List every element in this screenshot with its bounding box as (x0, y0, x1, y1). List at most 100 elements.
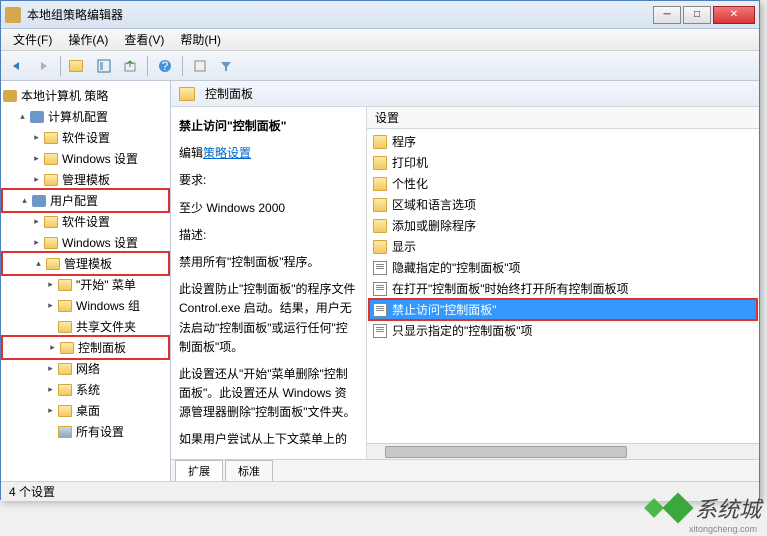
gpedit-window: 本地组策略编辑器 ─ □ ✕ 文件(F) 操作(A) 查看(V) 帮助(H) ?… (0, 0, 760, 500)
tree-label: 控制面板 (78, 339, 126, 356)
view-tabs: 扩展 标准 (171, 459, 759, 481)
setting-item[interactable]: 添加或删除程序 (369, 215, 757, 236)
path-bar: 控制面板 (171, 81, 759, 107)
expand-icon[interactable]: ▸ (45, 363, 56, 374)
collapse-icon[interactable]: ▴ (19, 195, 30, 206)
tree-user-config[interactable]: ▴ 用户配置 (5, 190, 166, 211)
expand-icon[interactable]: ▸ (45, 405, 56, 416)
menu-view[interactable]: 查看(V) (116, 29, 172, 50)
expand-icon[interactable]: ▸ (45, 300, 56, 311)
setting-label: 显示 (392, 238, 416, 255)
tree-control-panel[interactable]: ▸ 控制面板 (5, 337, 166, 358)
folder-icon (44, 132, 58, 144)
description-text-2: 此设置防止"控制面板"的程序文件 Control.exe 启动。结果，用户无法启… (179, 280, 358, 357)
edit-line: 编辑策略设置 (179, 144, 358, 163)
expand-icon[interactable]: ▸ (47, 342, 58, 353)
content-area: 本地计算机 策略 ▴计算机配置 ▸软件设置 ▸Windows 设置 ▸管理模板 … (1, 81, 759, 481)
expand-icon[interactable]: ▸ (45, 279, 56, 290)
minimize-button[interactable]: ─ (653, 6, 681, 24)
app-icon (5, 7, 21, 23)
folder-up-icon (69, 60, 83, 72)
gear-folder-icon (58, 426, 72, 438)
close-button[interactable]: ✕ (713, 6, 755, 24)
collapse-icon[interactable]: ▴ (33, 258, 44, 269)
folder-icon (44, 174, 58, 186)
tree-computer-config[interactable]: ▴计算机配置 (3, 106, 168, 127)
maximize-button[interactable]: □ (683, 6, 711, 24)
setting-label: 在打开"控制面板"时始终打开所有控制面板项 (392, 280, 629, 297)
tree-start-menu[interactable]: ▸"开始" 菜单 (3, 274, 168, 295)
svg-text:?: ? (162, 59, 169, 73)
forward-button[interactable] (31, 54, 55, 78)
tree-windows-group[interactable]: ▸Windows 组 (3, 295, 168, 316)
tree-admin-templates[interactable]: ▸管理模板 (3, 169, 168, 190)
description-pane: 禁止访问"控制面板" 编辑策略设置 要求: 至少 Windows 2000 描述… (171, 107, 366, 459)
setting-item[interactable]: 程序 (369, 131, 757, 152)
properties-icon (193, 59, 207, 73)
folder-icon (44, 237, 58, 249)
tree-label: 用户配置 (50, 192, 98, 209)
horizontal-scrollbar[interactable] (367, 443, 759, 459)
tab-extended[interactable]: 扩展 (175, 460, 223, 481)
tree-shared-folders[interactable]: 共享文件夹 (3, 316, 168, 337)
menu-file[interactable]: 文件(F) (5, 29, 60, 50)
edit-policy-link[interactable]: 策略设置 (203, 146, 251, 160)
tree-network[interactable]: ▸ 网络 (3, 358, 168, 379)
right-pane: 控制面板 禁止访问"控制面板" 编辑策略设置 要求: 至少 Windows 20… (171, 81, 759, 481)
menu-help[interactable]: 帮助(H) (172, 29, 229, 50)
folder-icon (373, 198, 387, 212)
tree-all-settings[interactable]: 所有设置 (3, 421, 168, 442)
setting-item[interactable]: 个性化 (369, 173, 757, 194)
tab-standard[interactable]: 标准 (225, 460, 273, 481)
settings-list[interactable]: 程序打印机个性化区域和语言选项添加或删除程序显示隐藏指定的"控制面板"项在打开"… (367, 129, 759, 443)
collapse-icon[interactable]: ▴ (17, 111, 28, 122)
expand-icon[interactable]: ▸ (31, 237, 42, 248)
tree-software-settings[interactable]: ▸软件设置 (3, 127, 168, 148)
export-button[interactable] (118, 54, 142, 78)
properties-button[interactable] (188, 54, 212, 78)
tree-root[interactable]: 本地计算机 策略 (3, 85, 168, 106)
setting-item[interactable]: 打印机 (369, 152, 757, 173)
diamond-icon (644, 498, 664, 518)
up-button[interactable] (66, 54, 90, 78)
expand-icon[interactable]: ▸ (31, 153, 42, 164)
tree-system[interactable]: ▸系统 (3, 379, 168, 400)
tree-software-settings-user[interactable]: ▸软件设置 (3, 211, 168, 232)
setting-item[interactable]: 区域和语言选项 (369, 194, 757, 215)
arrow-left-icon (9, 60, 25, 72)
help-button[interactable]: ? (153, 54, 177, 78)
back-button[interactable] (5, 54, 29, 78)
settings-column-header[interactable]: 设置 (367, 107, 759, 129)
folder-icon (373, 156, 387, 170)
tree-windows-settings-user[interactable]: ▸Windows 设置 (3, 232, 168, 253)
policy-icon (3, 90, 17, 102)
menu-action[interactable]: 操作(A) (60, 29, 116, 50)
expand-icon[interactable]: ▸ (45, 384, 56, 395)
menubar: 文件(F) 操作(A) 查看(V) 帮助(H) (1, 29, 759, 51)
tree-label: 所有设置 (76, 423, 124, 440)
tree-label: 网络 (76, 360, 100, 377)
tree-admin-templates-user[interactable]: ▴管理模板 (5, 253, 166, 274)
folder-icon (58, 279, 72, 291)
setting-item[interactable]: 只显示指定的"控制面板"项 (369, 320, 757, 341)
setting-item[interactable]: 禁止访问"控制面板" (369, 299, 757, 320)
expand-icon[interactable]: ▸ (31, 132, 42, 143)
expand-icon[interactable]: ▸ (31, 216, 42, 227)
description-label: 描述: (179, 226, 358, 245)
tree-windows-settings[interactable]: ▸Windows 设置 (3, 148, 168, 169)
show-hide-tree-button[interactable] (92, 54, 116, 78)
highlight-control-panel: ▸ 控制面板 (1, 335, 170, 360)
policy-title: 禁止访问"控制面板" (179, 117, 358, 136)
folder-icon (46, 258, 60, 270)
policy-doc-icon (373, 282, 387, 296)
setting-item[interactable]: 隐藏指定的"控制面板"项 (369, 257, 757, 278)
setting-item[interactable]: 显示 (369, 236, 757, 257)
watermark-url: xitongcheng.com (689, 524, 757, 534)
expand-icon[interactable]: ▸ (31, 174, 42, 185)
tree-pane[interactable]: 本地计算机 策略 ▴计算机配置 ▸软件设置 ▸Windows 设置 ▸管理模板 … (1, 81, 171, 481)
tree-desktop[interactable]: ▸桌面 (3, 400, 168, 421)
requirements-text: 至少 Windows 2000 (179, 199, 358, 218)
setting-label: 禁止访问"控制面板" (392, 301, 497, 318)
filter-button[interactable] (214, 54, 238, 78)
setting-item[interactable]: 在打开"控制面板"时始终打开所有控制面板项 (369, 278, 757, 299)
